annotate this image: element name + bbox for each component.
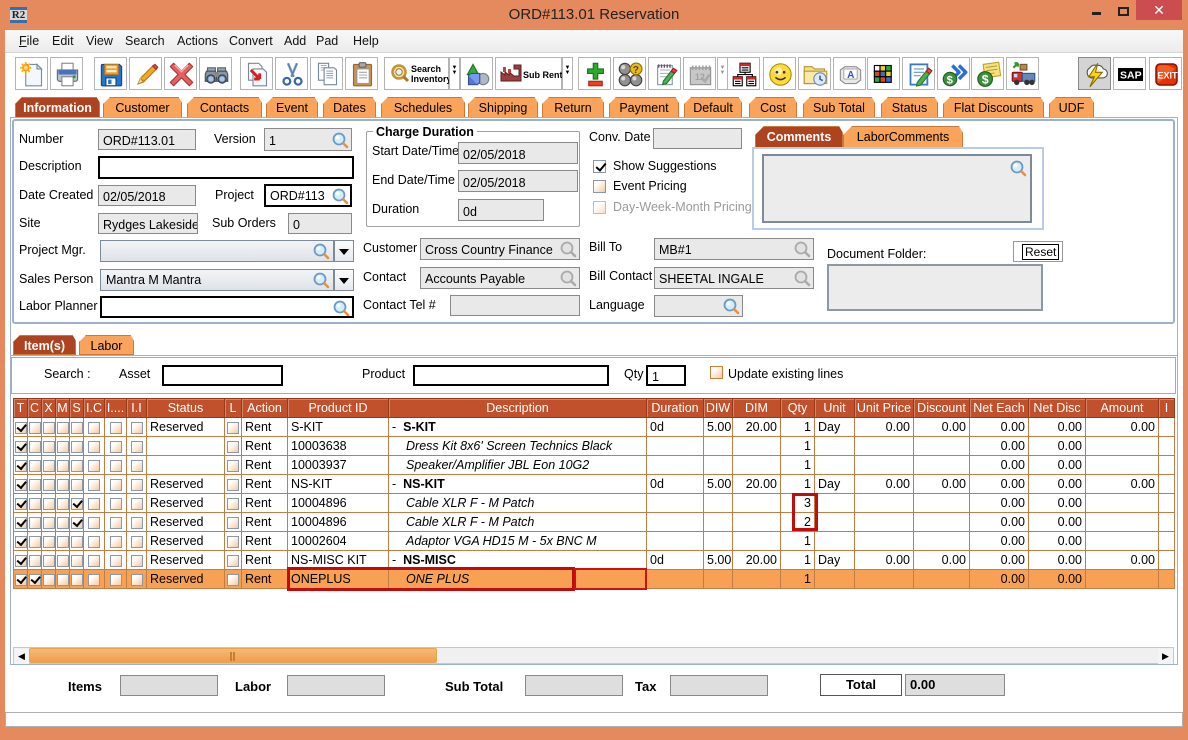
svg-text:?: ? — [633, 65, 639, 76]
svg-text:Search: Search — [411, 64, 441, 74]
svg-text:Inventory: Inventory — [411, 74, 449, 84]
svg-text:EXIT: EXIT — [1158, 71, 1179, 81]
svg-text:SAP: SAP — [1120, 70, 1142, 82]
svg-text:A: A — [847, 70, 855, 81]
svg-text:Sub Rent: Sub Rent — [523, 70, 562, 80]
svg-text:$: $ — [982, 73, 989, 87]
svg-text:$: $ — [947, 75, 954, 87]
